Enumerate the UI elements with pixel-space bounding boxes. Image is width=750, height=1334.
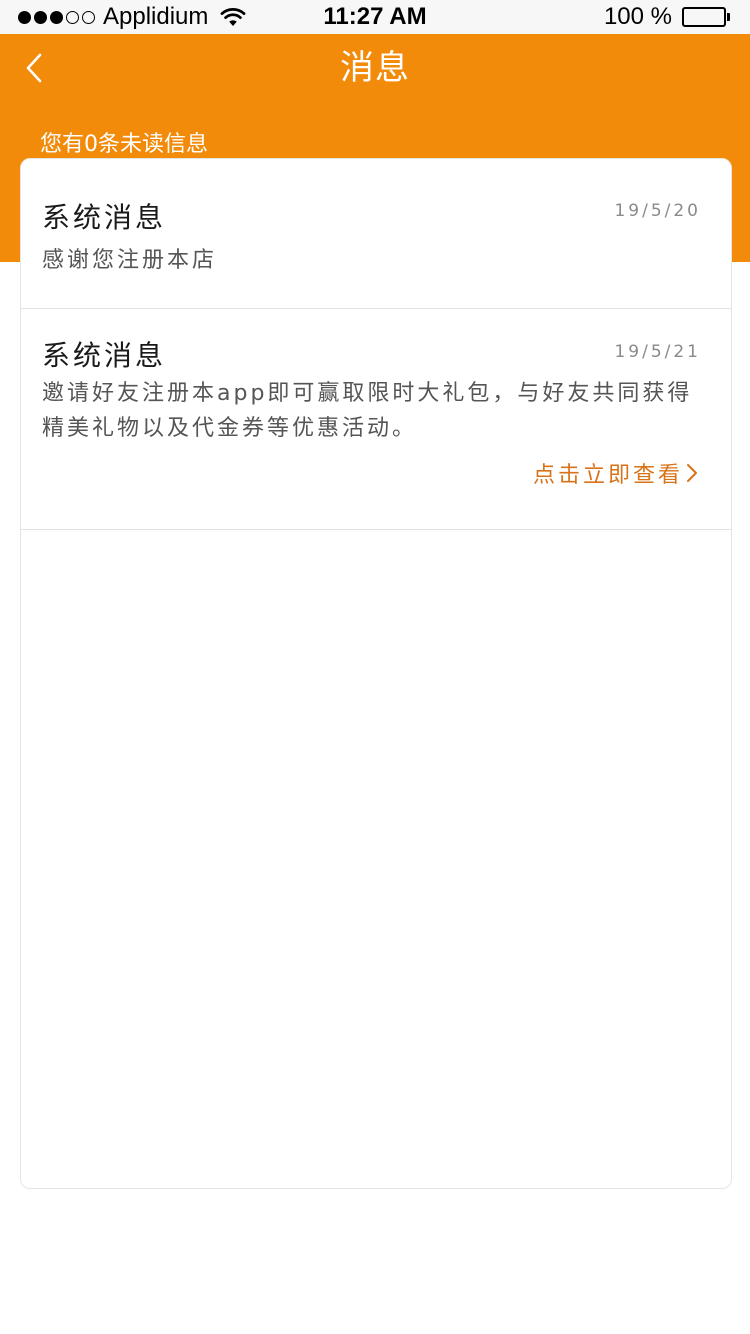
- chevron-right-icon: [685, 462, 699, 484]
- view-now-link[interactable]: 点击立即查看: [533, 457, 699, 489]
- message-title: 系统消息: [42, 339, 167, 372]
- page-title: 消息: [340, 48, 410, 88]
- message-date: 19/5/20: [614, 201, 701, 221]
- message-list-card: 系统消息 19/5/20 感谢您注册本店 系统消息 19/5/21 邀请好友注册…: [20, 158, 732, 1189]
- message-title: 系统消息: [42, 201, 167, 234]
- view-now-label: 点击立即查看: [532, 463, 683, 488]
- message-date: 19/5/21: [614, 342, 701, 362]
- message-body: 邀请好友注册本app即可赢取限时大礼包，与好友共同获得精美礼物以及代金券等优惠活…: [42, 381, 693, 441]
- status-bar: Applidium 11:27 AM 100 %: [0, 0, 750, 34]
- message-item[interactable]: 系统消息 19/5/20 感谢您注册本店: [21, 159, 731, 309]
- message-item[interactable]: 系统消息 19/5/21 邀请好友注册本app即可赢取限时大礼包，与好友共同获得…: [21, 309, 731, 530]
- status-right: 100 %: [604, 2, 730, 32]
- message-body: 感谢您注册本店: [42, 248, 218, 273]
- messages-screen: Applidium 11:27 AM 100 % 消息 您有0条未读信息 系统消…: [0, 0, 750, 1334]
- unread-count-text: 您有0条未读信息: [40, 132, 208, 157]
- battery-percentage: 100 %: [603, 3, 672, 30]
- battery-icon: [682, 7, 730, 27]
